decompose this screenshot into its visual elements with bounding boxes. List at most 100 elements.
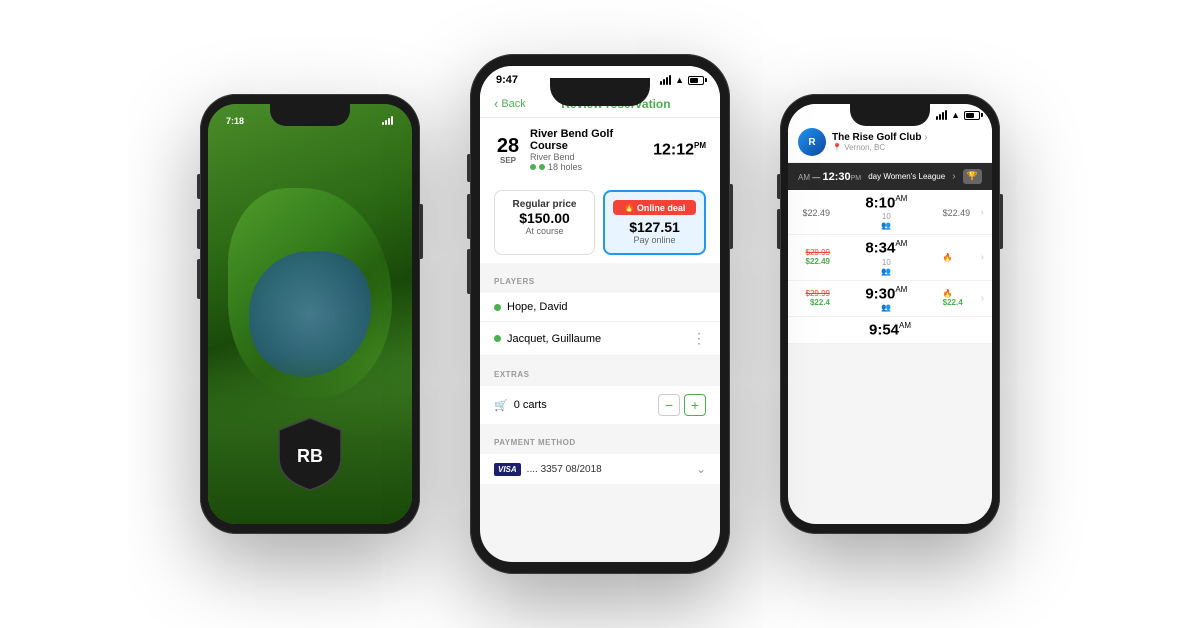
fire-icon: 🔥 [624, 202, 635, 213]
back-chevron-icon: ‹ [494, 96, 498, 111]
players-section-header: PLAYERS [480, 263, 720, 293]
tee-time-main-1: 8:10AM [834, 194, 939, 212]
status-time-left: 7:18 [226, 116, 244, 126]
date-month: SEP [494, 156, 522, 165]
trophy-icon: 🏆 [963, 169, 982, 184]
players-icon-3: 👥 [834, 303, 939, 312]
club-name: The Rise Golf Club › [832, 132, 982, 143]
date-day: 28 [494, 136, 522, 156]
tee-time-center-4: 9:54AM [834, 321, 946, 339]
online-badge: 🔥 Online deal [613, 200, 696, 215]
player-dot-icon-1 [494, 304, 501, 311]
tee-slot-4[interactable]: 9:54AM [788, 317, 992, 344]
league-name: day Women's League [868, 172, 945, 181]
price-left-1: $22.49 [796, 203, 830, 221]
regular-label: Regular price [503, 199, 586, 210]
regular-amount: $150.00 [503, 210, 586, 226]
reservation-header: 28 SEP River Bend Golf Course River Bend… [480, 118, 720, 182]
center-time: 9:47 [496, 74, 518, 86]
online-price-card[interactable]: 🔥 Online deal $127.51 Pay online [603, 190, 706, 255]
phone-left-screen: 7:18 RB [208, 104, 412, 524]
payment-details: .... 3357 08/2018 [527, 464, 690, 475]
player-row-2[interactable]: Jacquet, Guillaume ⋮ [480, 322, 720, 356]
phone-left: 7:18 RB [200, 94, 420, 534]
club-location: 📍 Vernon, BC [832, 143, 982, 152]
phones-container: 7:18 RB [150, 34, 1050, 594]
player2-name: Jacquet, Guillaume [507, 333, 686, 345]
wifi-icon: ▲ [675, 75, 684, 85]
price-left-3: $29.99 $22.4 [796, 289, 830, 307]
notch-center [550, 78, 650, 106]
cart-icon: 🛒 [494, 399, 508, 412]
payment-label: PAYMENT METHOD [494, 438, 576, 447]
tee-slot-1[interactable]: $22.49 8:10AM 10 👥 $22.49 › [788, 190, 992, 235]
signal-icon-left [382, 117, 394, 125]
tee-time-center-1: 8:10AM 10 👥 [834, 194, 939, 230]
payment-row[interactable]: VISA .... 3357 08/2018 ⌄ [480, 454, 720, 484]
chevron-down-icon[interactable]: ⌄ [696, 462, 706, 476]
club-avatar: R [798, 128, 826, 156]
club-location-text: Vernon, BC [844, 143, 885, 152]
online-sub: Pay online [613, 235, 696, 245]
holes-info: 18 holes [530, 162, 645, 172]
extras-carts: 0 carts [514, 399, 652, 411]
extras-label: EXTRAS [494, 370, 529, 379]
qty-controls: − + [658, 394, 706, 416]
tee-count-2: 10 [834, 258, 939, 267]
arrow-right-icon: › [952, 171, 955, 182]
green-dot2-icon [539, 164, 545, 170]
phone-center-screen: 9:47 ▲ ‹ Back Review reservation [480, 66, 720, 562]
qty-minus-button[interactable]: − [658, 394, 680, 416]
tee-slot-2[interactable]: $29.99 $22.49 8:34AM 10 👥 🔥 › [788, 235, 992, 280]
tee-time-main-4: 9:54AM [834, 321, 946, 339]
center-status-icons: ▲ [660, 75, 704, 85]
wifi-icon-right: ▲ [951, 110, 960, 120]
player-dot-icon-2 [494, 335, 501, 342]
league-banner: AM — 12:30PM day Women's League › 🏆 [788, 163, 992, 190]
tee-time-center-2: 8:34AM 10 👥 [834, 239, 939, 275]
arrow-slot-1: › [981, 207, 984, 218]
phone-right-screen: ▲ R The Rise Golf Club › 📍 Vernon, BC [788, 104, 992, 524]
signal-icon-right [936, 110, 947, 120]
tee-time-value: 12:12 [653, 141, 694, 158]
svg-text:RB: RB [297, 446, 323, 466]
players-icon-1: 👥 [834, 221, 939, 230]
extras-section-header: EXTRAS [480, 356, 720, 386]
course-info: River Bend Golf Course River Bend 18 hol… [530, 128, 645, 172]
signal-icon-center [660, 75, 671, 85]
phone-center: 9:47 ▲ ‹ Back Review reservation [470, 54, 730, 574]
tee-time-main-3: 9:30AM [834, 285, 939, 303]
player-row-1: Hope, David [480, 293, 720, 322]
player1-name: Hope, David [507, 301, 706, 313]
course-name: River Bend Golf Course [530, 128, 645, 152]
holes-label: 18 holes [548, 162, 582, 172]
arrow-slot-3: › [981, 293, 984, 304]
status-bar-left: 7:18 [226, 116, 394, 126]
price-right-1: $22.49 [943, 203, 977, 221]
qty-plus-button[interactable]: + [684, 394, 706, 416]
tee-count-1: 10 [834, 212, 939, 221]
golf-background: 7:18 RB [208, 104, 412, 524]
regular-price-card[interactable]: Regular price $150.00 At course [494, 190, 595, 255]
notch-right [850, 104, 930, 126]
date-block: 28 SEP [494, 136, 522, 165]
online-amount: $127.51 [613, 219, 696, 235]
back-button[interactable]: ‹ Back [494, 96, 526, 111]
club-header: R The Rise Golf Club › 📍 Vernon, BC [788, 122, 992, 163]
price-left-2: $29.99 $22.49 [796, 248, 830, 266]
battery-icon [688, 76, 704, 85]
league-time-range: AM — 12:30PM [798, 171, 861, 183]
course-location: River Bend [530, 152, 645, 162]
players-label: PLAYERS [494, 277, 535, 286]
tee-slot-3[interactable]: $29.99 $22.4 9:30AM 👥 🔥 $22.4 › [788, 281, 992, 317]
arrow-slot-2: › [981, 252, 984, 263]
green-dot-icon [530, 164, 536, 170]
price-right-2: 🔥 [943, 253, 977, 262]
payment-section-header: PAYMENT METHOD [480, 424, 720, 454]
pricing-section: Regular price $150.00 At course 🔥 Online… [480, 182, 720, 263]
regular-sub: At course [503, 226, 586, 236]
phone-right: ▲ R The Rise Golf Club › 📍 Vernon, BC [780, 94, 1000, 534]
more-options-icon[interactable]: ⋮ [692, 330, 706, 347]
logo-shield: RB [275, 414, 345, 494]
status-icons-left [382, 117, 394, 125]
